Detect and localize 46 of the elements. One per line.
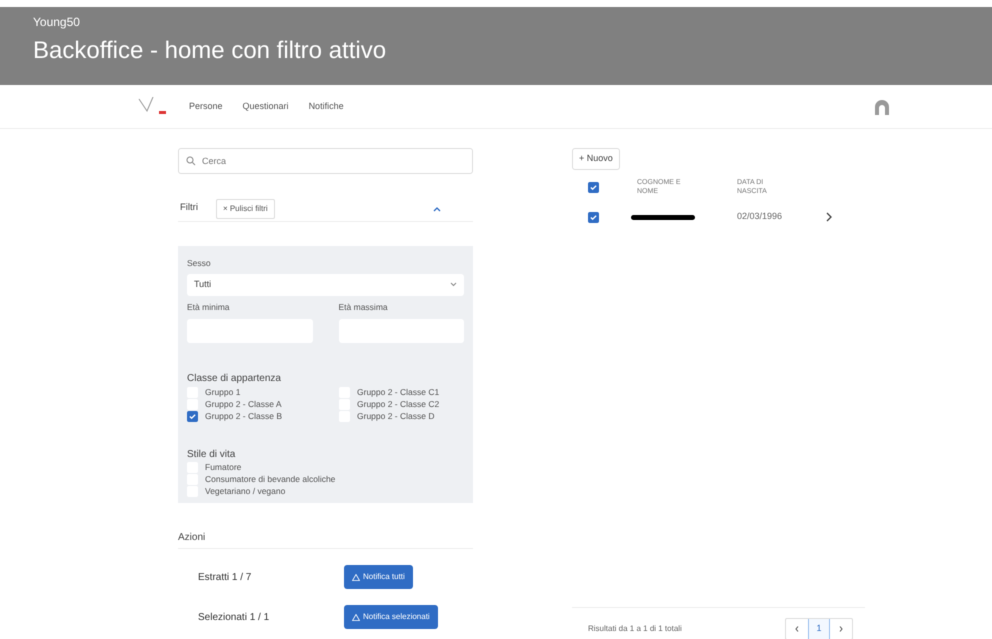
warning-icon [352,614,360,620]
checkbox[interactable] [187,411,198,422]
option-label: Gruppo 2 - Classe C1 [357,386,440,399]
table-cell-text: 02/03/1996 [737,210,782,224]
section-title: Classe di appartenza [187,372,282,386]
results-summary: Risultati da 1 a 1 di 1 totali [588,623,683,635]
redaction-bar [631,214,695,220]
warning-icon [352,574,360,580]
nav-link[interactable]: Questionari [242,100,289,114]
chevron-right-icon[interactable] [826,212,832,222]
chevron-right-icon [839,626,843,632]
section-title: Stile di vita [187,448,236,462]
option-label: Gruppo 2 - Classe C2 [357,398,440,411]
field-label: Sesso [187,257,212,270]
option-label: Gruppo 2 - Classe B [205,410,282,423]
option-label: Gruppo 2 - Classe D [357,410,434,423]
actions-heading: Azioni [178,530,473,549]
option-label: Gruppo 2 - Classe A [205,398,282,411]
app-name: Young50 [33,14,81,31]
page-button[interactable]: 1 [808,619,830,639]
search-icon [186,156,196,166]
checkbox[interactable] [588,182,599,192]
nav-link[interactable]: Persone [189,100,223,114]
filters-heading: Filtri [180,201,198,216]
checkbox[interactable] [187,399,198,410]
logo-icon[interactable] [137,96,169,116]
checkbox[interactable] [588,212,599,222]
option-label: Gruppo 1 [205,386,240,399]
field-label: Età minima [187,300,231,314]
sex-select[interactable]: Tutti [187,274,464,296]
search-field[interactable]: Cerca [178,148,473,174]
chevron-down-icon [450,282,457,288]
nav-link[interactable]: Notifiche [308,100,344,114]
count-label: Estratti 1 / 7 [198,570,252,584]
clear-filters-button[interactable]: × Pulisci filtri [216,198,275,218]
notify-button[interactable]: Notifica tutti [344,565,413,589]
field-label: Età massima [338,300,389,314]
option-label: Consumatore di bevande alcoliche [205,473,336,486]
new-button[interactable]: + Nuovo [572,148,620,170]
page-title: Backoffice - home con filtro attivo [33,36,388,66]
option-label: Vegetariano / vegano [205,485,286,498]
chevron-left-icon [795,626,799,632]
count-label: Selezionati 1 / 1 [198,610,270,624]
option-label: Fumatore [205,461,242,474]
collapse-icon[interactable] [433,206,441,212]
notify-button[interactable]: Notifica selezionati [344,605,438,629]
